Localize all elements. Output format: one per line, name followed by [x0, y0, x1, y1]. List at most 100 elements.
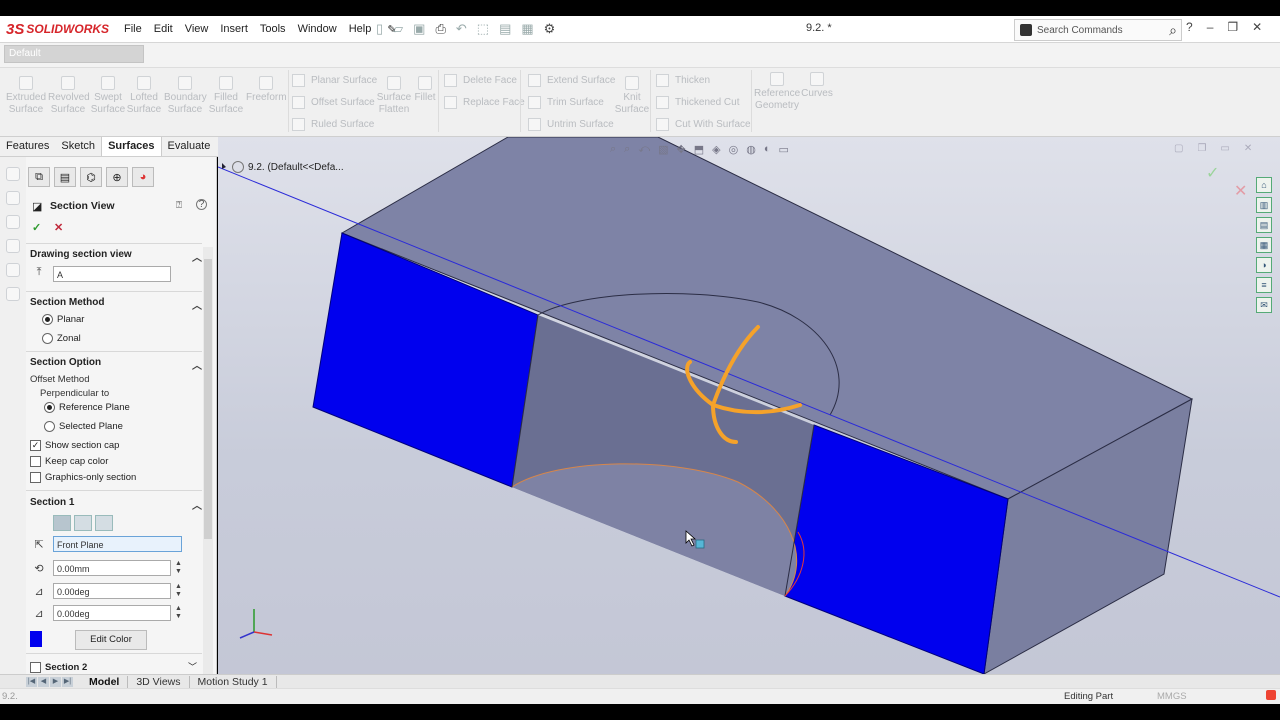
y-rotation-field[interactable]: 0.00deg	[53, 605, 171, 621]
property-manager-tab-icon[interactable]: ▤	[54, 167, 76, 187]
front-plane-button-icon[interactable]	[53, 515, 71, 531]
section-1-header[interactable]: Section 1 ︿	[30, 497, 202, 512]
previous-view-icon[interactable]: ⤺	[638, 143, 650, 156]
first-tab-icon[interactable]: |◀	[26, 677, 37, 687]
fillet-button[interactable]: Fillet	[414, 76, 436, 104]
search-commands[interactable]: Search Commands ⌕	[1014, 19, 1182, 41]
minimize-icon[interactable]: –	[1207, 20, 1214, 34]
zonal-radio[interactable]: Zonal	[42, 333, 81, 344]
scrollbar-thumb[interactable]	[204, 259, 212, 539]
help-icon[interactable]: ?	[1186, 20, 1193, 34]
zoom-to-fit-icon[interactable]: ⌕	[610, 143, 616, 156]
drawing-section-view-header[interactable]: Drawing section view ︿	[30, 249, 202, 264]
restore-icon[interactable]: ❐	[1227, 20, 1238, 34]
collapse-chevron-icon[interactable]: ︿	[192, 297, 202, 312]
tab-evaluate[interactable]: Evaluate	[162, 137, 217, 156]
view-palette-icon[interactable]: ▦	[1256, 237, 1272, 253]
rebuild-status-icon[interactable]	[1266, 690, 1276, 700]
doc-close-icon[interactable]: ✕	[1244, 143, 1252, 154]
doc-minimize-icon[interactable]: ▢	[1174, 143, 1183, 154]
configuration-manager-tab-icon[interactable]: ⌬	[80, 167, 102, 187]
curves-button[interactable]: Curves	[800, 72, 834, 100]
menu-insert[interactable]: Insert	[214, 23, 254, 35]
dimxpert-icon[interactable]	[6, 239, 20, 253]
revolved-surface-button[interactable]: Revolved Surface	[48, 76, 90, 116]
open-icon[interactable]: ▱	[393, 21, 403, 37]
menu-window[interactable]: Window	[292, 23, 343, 35]
cut-with-surface-button[interactable]: Cut With Surface	[656, 118, 751, 131]
collapse-chevron-icon[interactable]: ︿	[192, 357, 202, 372]
search-icon[interactable]: ⌕	[1169, 22, 1177, 39]
offset-spinner[interactable]: ▲ ▼	[175, 560, 182, 576]
thickened-cut-button[interactable]: Thickened Cut	[656, 96, 739, 109]
apply-scene-icon[interactable]: ◐	[764, 143, 771, 156]
reference-plane-field[interactable]: Front Plane	[53, 536, 182, 552]
freeform-button[interactable]: Freeform	[246, 76, 287, 104]
menu-view[interactable]: View	[179, 23, 215, 35]
collapse-chevron-icon[interactable]: ︿	[192, 249, 202, 264]
property-manager-icon[interactable]	[6, 191, 20, 205]
section-view-toolbar-icon[interactable]: ▧	[658, 143, 668, 156]
file-explorer-icon[interactable]: ▤	[1256, 217, 1272, 233]
tab-surfaces[interactable]: Surfaces	[101, 137, 162, 156]
selected-plane-radio[interactable]: Selected Plane	[44, 421, 123, 432]
breadcrumb[interactable]: 9.2. (Default<<Defa...	[232, 161, 344, 173]
x-rotation-spinner[interactable]: ▲ ▼	[175, 583, 182, 599]
reference-plane-radio[interactable]: Reference Plane	[44, 402, 130, 413]
filled-surface-button[interactable]: Filled Surface	[208, 76, 244, 116]
tab-sketch[interactable]: Sketch	[55, 137, 101, 156]
view-settings-icon[interactable]: ▭	[778, 143, 788, 156]
close-icon[interactable]: ✕	[1252, 20, 1262, 34]
display-style-icon[interactable]: ◈	[712, 143, 720, 156]
feature-tree-icon[interactable]	[6, 167, 20, 181]
confirmation-cancel-icon[interactable]: ✕	[1234, 181, 1247, 201]
status-units[interactable]: MMGS	[1157, 691, 1187, 702]
top-plane-button-icon[interactable]	[74, 515, 92, 531]
custom-properties-icon[interactable]: ≡	[1256, 277, 1272, 293]
planar-surface-button[interactable]: Planar Surface	[292, 74, 377, 87]
offset-surface-button[interactable]: Offset Surface	[292, 96, 375, 109]
boundary-surface-button[interactable]: Boundary Surface	[164, 76, 207, 116]
menu-help[interactable]: Help	[343, 23, 378, 35]
feature-manager-icon[interactable]: ⧉	[28, 167, 50, 187]
edit-appearance-icon[interactable]: ◍	[746, 143, 756, 156]
last-tab-icon[interactable]: ▶|	[62, 677, 73, 687]
reference-geometry-button[interactable]: Reference Geometry	[754, 72, 800, 112]
help-popup-icon[interactable]: ⍰	[176, 200, 182, 211]
save-icon[interactable]: ▣	[413, 21, 425, 37]
show-section-cap-checkbox[interactable]: ✓ Show section cap	[30, 440, 119, 451]
forum-icon[interactable]: ✉	[1256, 297, 1272, 313]
confirmation-ok-icon[interactable]: ✓	[1206, 163, 1219, 183]
solidworks-resources-icon[interactable]: ⌂	[1256, 177, 1272, 193]
tab-motion-study[interactable]: Motion Study 1	[190, 676, 277, 688]
search-input[interactable]: Search Commands	[1037, 25, 1169, 36]
section-method-header[interactable]: Section Method ︿	[30, 297, 202, 312]
replace-face-button[interactable]: Replace Face	[444, 96, 525, 109]
extruded-surface-button[interactable]: Extruded Surface	[6, 76, 46, 116]
menu-file[interactable]: File	[118, 23, 148, 35]
hide-show-items-icon[interactable]: ◎	[729, 143, 739, 156]
planar-radio[interactable]: Planar	[42, 314, 84, 325]
section-option-header[interactable]: Section Option ︿	[30, 357, 202, 372]
undo-icon[interactable]: ↶	[456, 21, 467, 37]
ruled-surface-button[interactable]: Ruled Surface	[292, 118, 374, 131]
view-orientation-icon[interactable]: ⬒	[694, 143, 704, 156]
appearances-icon[interactable]: ◑	[1256, 257, 1272, 273]
display-manager-tab-icon[interactable]: ◕	[132, 167, 154, 187]
help-icon[interactable]: ?	[196, 199, 207, 210]
x-rotation-field[interactable]: 0.00deg	[53, 583, 171, 599]
tab-features[interactable]: Features	[0, 137, 55, 156]
section-2-checkbox[interactable]: Section 2	[30, 662, 87, 673]
zoom-to-area-icon[interactable]: ⌕	[624, 143, 630, 156]
ok-check-icon[interactable]: ✓	[32, 221, 41, 234]
select-icon[interactable]: ⬚	[477, 21, 489, 37]
collapse-chevron-icon[interactable]: ︿	[192, 497, 202, 512]
dynamic-annotation-icon[interactable]: ✥	[677, 143, 686, 156]
offset-distance-field[interactable]: 0.00mm	[53, 560, 171, 576]
section-name-field[interactable]: A	[53, 266, 171, 282]
appearance-icon[interactable]	[6, 287, 20, 301]
right-plane-button-icon[interactable]	[95, 515, 113, 531]
thicken-button[interactable]: Thicken	[656, 74, 710, 87]
print-icon[interactable]: ⎙	[435, 21, 445, 37]
surface-flatten-button[interactable]: Surface Flatten	[376, 76, 412, 116]
